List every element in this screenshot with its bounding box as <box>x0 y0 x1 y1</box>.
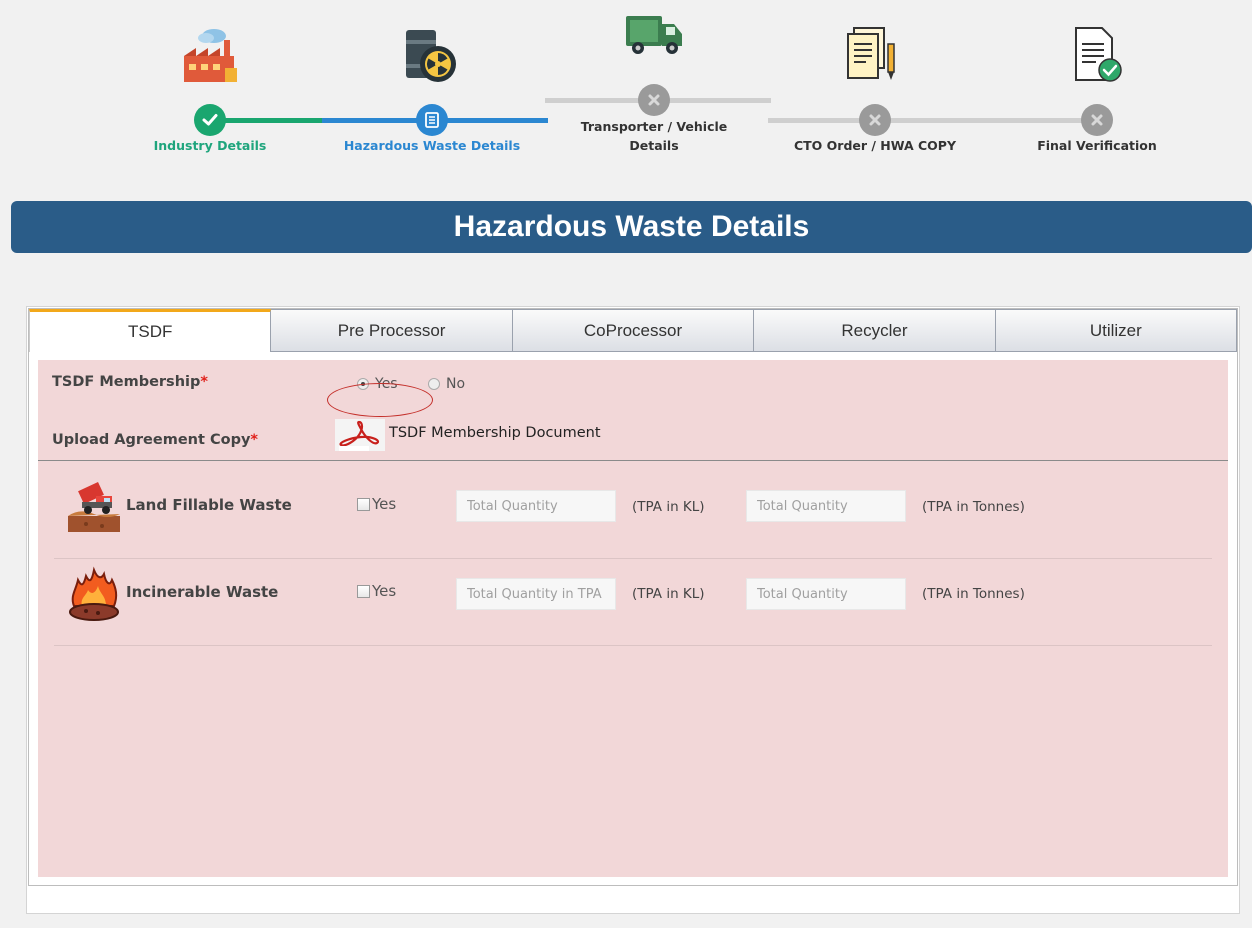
incinerable-checkbox-label: Yes <box>372 582 397 600</box>
tab-coprocessor[interactable]: CoProcessor <box>512 309 755 352</box>
incinerable-tonnes-unit: (TPA in Tonnes) <box>922 586 1025 602</box>
close-icon <box>869 114 881 126</box>
land-fillable-yes-checkbox[interactable]: Yes <box>357 495 396 513</box>
row-divider <box>54 645 1212 646</box>
incinerable-yes-checkbox[interactable]: Yes <box>357 582 396 600</box>
radio-no-button[interactable] <box>428 378 440 390</box>
verified-document-icon <box>1075 27 1122 82</box>
land-fillable-checkbox-label: Yes <box>372 495 397 513</box>
upload-agreement-text: Upload Agreement Copy <box>52 432 251 448</box>
incinerable-waste-label: Incinerable Waste <box>126 583 279 601</box>
step-label-hazardous-waste[interactable]: Hazardous Waste Details <box>322 136 542 155</box>
step-node-final-verification[interactable] <box>1081 104 1113 136</box>
close-icon <box>648 94 660 106</box>
tsdf-membership-label: TSDF Membership* <box>52 374 208 390</box>
section-divider <box>38 460 1228 461</box>
step-label-transporter-line2: Details <box>629 138 679 153</box>
factory-icon <box>184 29 237 82</box>
landfill-truck-icon <box>68 482 120 532</box>
check-icon <box>202 114 218 126</box>
incinerable-kl-input[interactable] <box>456 578 616 610</box>
incinerable-tonnes-input[interactable] <box>746 578 906 610</box>
incinerable-checkbox-box[interactable] <box>357 584 370 598</box>
tsdf-membership-text: TSDF Membership <box>52 374 201 390</box>
close-icon <box>1091 114 1103 126</box>
tab-pre-processor[interactable]: Pre Processor <box>271 309 513 352</box>
step-connector-pending-2 <box>768 118 1098 123</box>
step-label-industry[interactable]: Industry Details <box>130 136 290 155</box>
tab-utilizer[interactable]: Utilizer <box>995 309 1238 352</box>
truck-icon <box>626 16 682 54</box>
step-label-transporter[interactable]: Transporter / Vehicle Details <box>550 117 758 155</box>
land-fillable-tonnes-unit: (TPA in Tonnes) <box>922 499 1025 515</box>
radio-no[interactable]: No <box>428 376 465 392</box>
fire-waste-icon <box>69 566 119 621</box>
radio-no-label: No <box>446 376 466 392</box>
step-label-cto-order[interactable]: CTO Order / HWA COPY <box>770 136 980 155</box>
tab-bar: TSDF Pre Processor CoProcessor Recycler … <box>29 309 1238 352</box>
list-icon <box>425 112 439 128</box>
land-fillable-kl-input[interactable] <box>456 490 616 522</box>
tab-recycler[interactable]: Recycler <box>754 309 996 352</box>
land-fillable-kl-unit: (TPA in KL) <box>632 499 705 515</box>
incinerable-kl-unit: (TPA in KL) <box>632 586 705 602</box>
upload-agreement-label: Upload Agreement Copy* <box>52 432 258 448</box>
step-label-final-verification[interactable]: Final Verification <box>1010 136 1184 155</box>
land-fillable-tonnes-input[interactable] <box>746 490 906 522</box>
land-fillable-waste-label: Land Fillable Waste <box>126 496 292 514</box>
step-label-transporter-line1: Transporter / Vehicle <box>580 119 728 134</box>
tsdf-membership-document-link[interactable]: TSDF Membership Document <box>389 425 601 441</box>
step-node-cto-order[interactable] <box>859 104 891 136</box>
row-divider <box>54 558 1212 559</box>
step-node-industry[interactable] <box>194 104 226 136</box>
step-node-transporter[interactable] <box>638 84 670 116</box>
page-title: Hazardous Waste Details <box>453 210 810 243</box>
step-connector-done <box>210 118 322 123</box>
step-node-hazardous-waste[interactable] <box>416 104 448 136</box>
required-mark: * <box>200 374 208 390</box>
required-mark: * <box>250 432 258 448</box>
highlight-annotation <box>327 383 433 417</box>
tab-tsdf[interactable]: TSDF <box>29 309 272 352</box>
documents-pen-icon <box>847 27 895 80</box>
progress-stepper: Industry Details Hazardous Waste Details… <box>0 0 1252 190</box>
land-fillable-checkbox-box[interactable] <box>357 497 370 511</box>
page-header-bar: Hazardous Waste Details <box>11 201 1252 253</box>
pdf-icon[interactable] <box>335 419 385 451</box>
waste-barrel-icon <box>406 30 456 82</box>
